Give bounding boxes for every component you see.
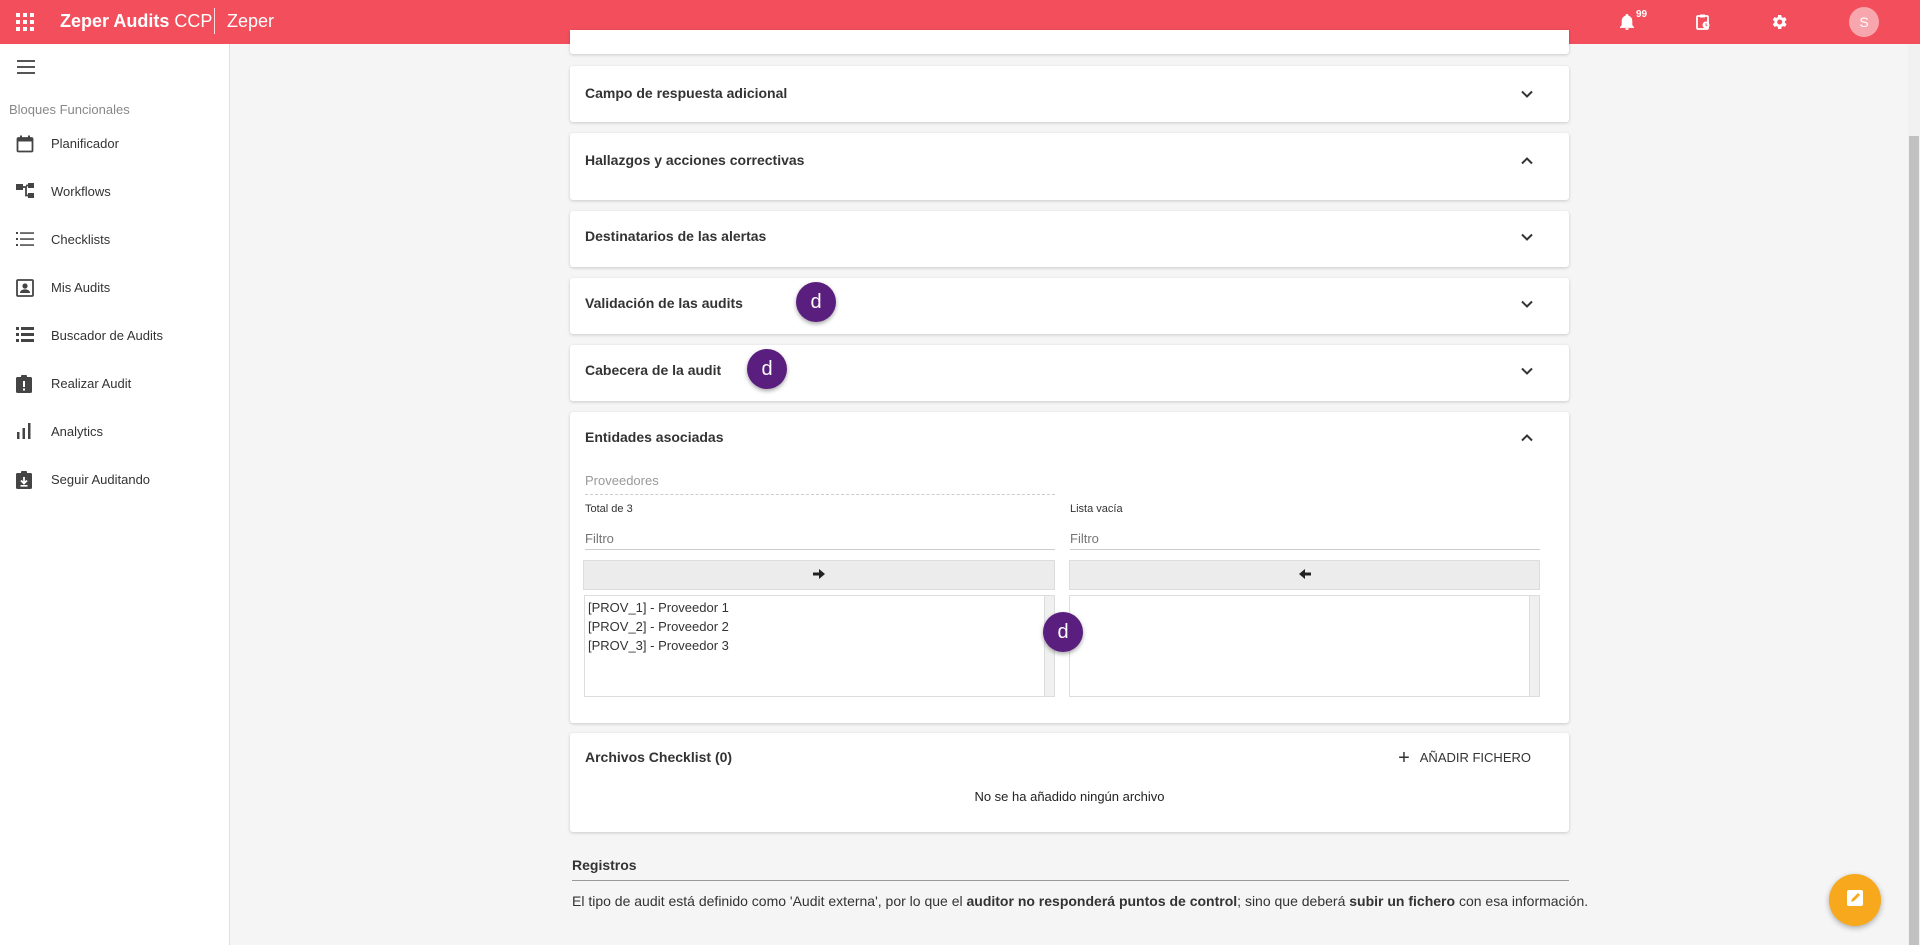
notifications-count-badge: 99 (1636, 9, 1648, 20)
app-title[interactable]: Zeper Audits CCP (60, 11, 212, 32)
left-list-total: Total de 3 (585, 503, 633, 515)
menu-hamburger-icon[interactable] (17, 60, 35, 74)
notifications-bell-icon[interactable] (1617, 12, 1637, 32)
clipboard-download-icon (16, 471, 36, 489)
list-scrollbar[interactable] (1529, 596, 1539, 696)
panel-archivos-checklist: Archivos Checklist (0) + AÑADIR FICHERO … (570, 733, 1569, 832)
move-left-button[interactable] (1069, 560, 1540, 590)
list-item[interactable]: [PROV_2] - Proveedor 2 (588, 619, 729, 634)
chevron-up-icon[interactable] (1519, 153, 1535, 169)
registros-text-part: El tipo de audit está definido como 'Aud… (572, 893, 967, 909)
settings-gear-icon[interactable] (1769, 12, 1789, 32)
app-suffix: CCP (174, 11, 213, 31)
registros-description: El tipo de audit está definido como 'Aud… (572, 893, 1588, 909)
chevron-down-icon[interactable] (1519, 296, 1535, 312)
apps-grid-icon[interactable] (16, 13, 34, 31)
contact-card-icon (16, 279, 36, 297)
sidebar-item-planificador[interactable]: Planificador (0, 124, 229, 164)
available-proveedores-list[interactable]: [PROV_1] - Proveedor 1 [PROV_2] - Provee… (584, 595, 1055, 697)
sidebar-item-mis-audits[interactable]: Mis Audits (0, 268, 229, 308)
checklist-icon (16, 231, 36, 249)
sidebar-item-workflows[interactable]: Workflows (0, 172, 229, 212)
panel-hallazgos[interactable]: Hallazgos y acciones correctivas (570, 133, 1569, 200)
plus-icon: + (1398, 746, 1410, 769)
panel-title: Archivos Checklist (0) (585, 749, 733, 765)
add-file-button[interactable]: + AÑADIR FICHERO (1398, 746, 1531, 769)
proveedores-field-underline (585, 494, 1055, 495)
sidebar-item-label: Analytics (51, 424, 104, 439)
sidebar-item-realizar-audit[interactable]: Realizar Audit (0, 364, 229, 404)
chevron-down-icon[interactable] (1519, 363, 1535, 379)
registros-text-part: con esa información. (1455, 893, 1589, 909)
proveedores-field-label: Proveedores (585, 473, 659, 488)
panel-cabecera[interactable]: Cabecera de la audit (570, 345, 1569, 401)
arrow-right-icon (813, 566, 825, 584)
list-item[interactable]: [PROV_3] - Proveedor 3 (588, 638, 729, 653)
panel-entidades-asociadas: Entidades asociadas Proveedores Total de… (570, 412, 1569, 723)
panel-title: Entidades asociadas (585, 429, 724, 445)
panel-title: Validación de las audits (585, 295, 743, 311)
panel-title: Campo de respuesta adicional (585, 85, 788, 101)
right-filter-input[interactable] (1070, 528, 1540, 550)
calendar-icon (16, 135, 36, 153)
chevron-down-icon[interactable] (1519, 229, 1535, 245)
no-files-message: No se ha añadido ningún archivo (974, 789, 1165, 804)
edit-pencil-icon (1845, 888, 1865, 913)
step-marker: d (1043, 612, 1083, 652)
clipboard-clock-icon[interactable] (1693, 12, 1713, 32)
sidebar-item-label: Checklists (51, 232, 111, 247)
chevron-down-icon[interactable] (1519, 86, 1535, 102)
sidebar-item-buscador[interactable]: Buscador de Audits (0, 316, 229, 356)
sidebar-item-seguir-auditando[interactable]: Seguir Auditando (0, 460, 229, 500)
chevron-up-icon[interactable] (1519, 430, 1535, 446)
sidebar-item-label: Realizar Audit (51, 376, 132, 391)
left-filter-input[interactable] (585, 528, 1055, 550)
sidebar-item-label: Mis Audits (51, 280, 111, 295)
previous-panel-edge (570, 30, 1569, 54)
move-right-button[interactable] (583, 560, 1055, 590)
registros-title: Registros (572, 857, 637, 873)
page-scrollbar-thumb[interactable] (1909, 136, 1919, 945)
title-divider (214, 8, 215, 34)
panel-title: Cabecera de la audit (585, 362, 722, 378)
arrow-left-icon (1298, 566, 1311, 584)
bar-chart-icon (16, 423, 36, 441)
sidebar-item-label: Planificador (51, 136, 119, 151)
step-marker: d (747, 349, 787, 389)
panel-destinatarios[interactable]: Destinatarios de las alertas (570, 211, 1569, 267)
sidebar-item-label: Buscador de Audits (51, 328, 164, 343)
clipboard-alert-icon (16, 375, 36, 393)
sidebar-item-label: Seguir Auditando (51, 472, 151, 487)
panel-title: Hallazgos y acciones correctivas (585, 152, 805, 168)
panel-validacion[interactable]: Validación de las audits (570, 278, 1569, 334)
sidebar-item-label: Workflows (51, 184, 111, 199)
sidebar: Bloques Funcionales Planificador Workflo… (0, 44, 230, 945)
app-name: Zeper Audits (60, 11, 170, 31)
registros-text-part: ; sino que deberá (1237, 893, 1350, 909)
right-list-total: Lista vacía (1070, 503, 1123, 515)
help-chat-fab[interactable] (1829, 874, 1881, 926)
registros-divider (572, 880, 1569, 881)
workflow-icon (16, 183, 36, 201)
panel-campo-respuesta-adicional[interactable]: Campo de respuesta adicional (570, 66, 1569, 122)
selected-proveedores-list[interactable] (1069, 595, 1540, 697)
list-search-icon (16, 327, 36, 345)
user-avatar[interactable]: S (1849, 7, 1879, 37)
step-marker: d (796, 282, 836, 322)
registros-text-bold: subir un fichero (1349, 893, 1456, 909)
registros-text-bold: auditor no responderá puntos de control (966, 893, 1238, 909)
panel-title: Destinatarios de las alertas (585, 228, 767, 244)
sidebar-section-label: Bloques Funcionales (9, 102, 130, 117)
sidebar-item-analytics[interactable]: Analytics (0, 412, 229, 452)
organization-name: Zeper (227, 11, 275, 31)
list-item[interactable]: [PROV_1] - Proveedor 1 (588, 600, 729, 615)
add-file-label: AÑADIR FICHERO (1419, 750, 1531, 765)
sidebar-item-checklists[interactable]: Checklists (0, 220, 229, 260)
